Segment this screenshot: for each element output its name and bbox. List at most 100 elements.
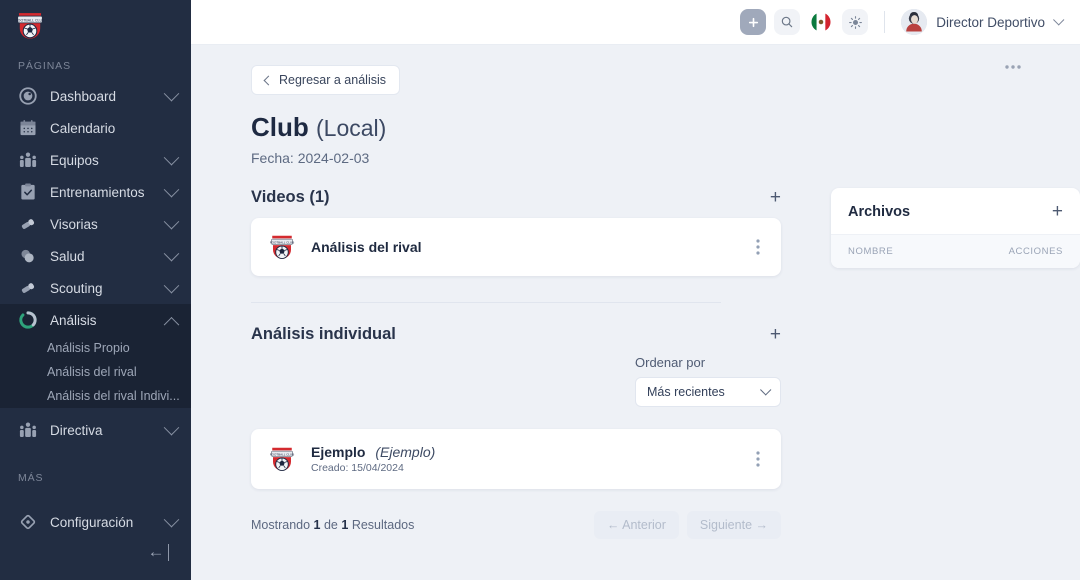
page-date: Fecha: 2024-02-03 (251, 150, 370, 166)
page-overflow-menu-button[interactable] (1004, 59, 1022, 70)
sidebar-subitem-analisis-del-rival[interactable]: Análisis del rival (0, 360, 191, 384)
page-title: Club (Local) (251, 112, 1080, 143)
telescope-icon (17, 277, 39, 299)
video-item-text: Análisis del rival (311, 239, 422, 255)
sidebar-item-scouting[interactable]: Scouting (0, 272, 191, 304)
analisis-item-title-row: Ejemplo (Ejemplo) (311, 444, 435, 460)
analisis-item-menu-button[interactable] (751, 451, 765, 467)
videos-section-title: Videos (1) (251, 188, 330, 206)
sidebar-item-analisis[interactable]: Análisis (0, 304, 191, 336)
chevron-down-icon (163, 419, 180, 435)
club-shield-logo-icon: FOOTBALL CLUB (16, 13, 46, 39)
sidebar-item-calendario[interactable]: Calendario (0, 112, 191, 144)
svg-text:FOOTBALL CLUB: FOOTBALL CLUB (16, 18, 46, 22)
add-video-button[interactable]: + (770, 188, 781, 207)
more-horizontal-icon (1005, 65, 1021, 69)
sidebar-item-label: Salud (50, 248, 85, 264)
sort-select[interactable]: Más recientes (635, 377, 781, 407)
sidebar-item-label: Dashboard (50, 88, 117, 104)
app-root: FOOTBALL CLUB PÁGINAS Dashboard Calendar… (0, 0, 1080, 580)
club-shield-logo-icon: FOOTBALL CLUB (270, 447, 294, 472)
language-flag-button[interactable] (808, 9, 835, 35)
videos-section-header: Videos (1) + (251, 188, 781, 207)
sidebar-item-label: Calendario (50, 120, 116, 136)
add-analisis-individual-button[interactable]: + (770, 325, 781, 344)
video-list-item[interactable]: FOOTBALL CLUB Análisis del rival (251, 218, 781, 276)
add-archivo-button[interactable]: + (1052, 202, 1063, 221)
sort-selected-value: Más recientes (647, 385, 725, 399)
kebab-icon (756, 239, 760, 255)
section-divider (251, 302, 721, 303)
collapse-bar (167, 543, 169, 561)
showing-suffix: Resultados (351, 518, 415, 532)
sidebar-subitem-analisis-del-rival-individual[interactable]: Análisis del rival Indivi... (0, 384, 191, 408)
search-icon (781, 16, 793, 28)
showing-total: 1 (341, 518, 349, 532)
mexico-flag-icon (811, 12, 831, 32)
arrow-left-icon: ← (147, 542, 165, 561)
user-menu[interactable]: Director Deportivo (901, 9, 1065, 35)
sidebar: FOOTBALL CLUB PÁGINAS Dashboard Calendar… (0, 0, 191, 580)
sidebar-item-label: Directiva (50, 422, 103, 438)
diamond-gear-icon (17, 511, 39, 533)
telescope-icon (17, 213, 39, 235)
next-page-button[interactable]: Siguiente → (686, 511, 781, 539)
back-to-analysis-button[interactable]: Regresar a análisis (251, 65, 400, 95)
sidebar-item-salud[interactable]: Salud (0, 240, 191, 272)
analisis-list-item[interactable]: FOOTBALL CLUB Ejemplo (Ejemplo) Creado: … (251, 429, 781, 489)
sidebar-item-label: Scouting (50, 280, 103, 296)
brand-logo-container[interactable]: FOOTBALL CLUB (0, 0, 191, 50)
chevron-down-icon (163, 213, 180, 229)
sidebar-item-directiva[interactable]: Directiva (0, 414, 191, 446)
page-content: Regresar a análisis Club (Local) Fecha: … (191, 45, 1080, 580)
sidebar-item-visorias[interactable]: Visorias (0, 208, 191, 240)
showing-mid: de (323, 518, 338, 532)
chevron-down-icon (163, 277, 180, 293)
sidebar-item-label: Entrenamientos (50, 184, 145, 200)
sidebar-section-pages-title: PÁGINAS (18, 60, 71, 72)
sidebar-collapse-button[interactable]: ← (147, 542, 169, 562)
chevron-left-icon (263, 75, 274, 85)
search-button[interactable] (774, 9, 801, 35)
results-count: Mostrando 1 de 1 Resultados (251, 518, 414, 532)
avatar (901, 9, 928, 35)
calendar-icon (17, 117, 39, 139)
analisis-item-created: Creado: 15/04/2024 (311, 462, 404, 474)
sidebar-group-analisis: Análisis Análisis Propio Análisis del ri… (0, 304, 191, 408)
previous-page-button[interactable]: ← Anterior (593, 511, 679, 539)
sun-icon (848, 15, 862, 29)
showing-current: 1 (313, 518, 321, 532)
sidebar-item-label: Equipos (50, 152, 99, 168)
plus-icon (748, 17, 758, 27)
archivos-panel: Archivos + NOMBRE ACCIONES (831, 188, 1080, 268)
add-button[interactable] (740, 9, 767, 35)
svg-text:FOOTBALL CLUB: FOOTBALL CLUB (270, 240, 294, 244)
sidebar-item-equipos[interactable]: Equipos (0, 144, 191, 176)
video-item-menu-button[interactable] (751, 239, 765, 255)
sidebar-subitem-analisis-propio[interactable]: Análisis Propio (0, 336, 191, 360)
sort-control: Ordenar por Más recientes (635, 355, 781, 407)
sidebar-item-configuracion[interactable]: Configuración (0, 506, 191, 538)
analisis-item-tag: (Ejemplo) (375, 444, 436, 460)
sidebar-item-label: Análisis (50, 312, 97, 328)
page-title-sub: (Local) (316, 115, 387, 141)
page-title-main: Club (251, 112, 309, 142)
topbar: Director Deportivo (191, 0, 1080, 45)
theme-toggle-button[interactable] (842, 9, 869, 35)
sidebar-item-label: Configuración (50, 514, 134, 530)
chevron-down-icon (760, 384, 772, 396)
right-column: Archivos + NOMBRE ACCIONES (831, 188, 1080, 276)
user-name: Director Deportivo (936, 14, 1045, 30)
analisis-individual-title: Análisis individual (251, 325, 396, 343)
archivos-title: Archivos (848, 203, 911, 220)
svg-text:FOOTBALL CLUB: FOOTBALL CLUB (270, 452, 294, 456)
archivos-panel-header: Archivos + (831, 188, 1080, 235)
sidebar-item-entrenamientos[interactable]: Entrenamientos (0, 176, 191, 208)
chevron-up-icon (163, 316, 180, 333)
back-button-label: Regresar a análisis (279, 73, 386, 87)
sidebar-item-dashboard[interactable]: Dashboard (0, 80, 191, 112)
kebab-icon (756, 451, 760, 467)
chevron-down-icon (163, 149, 180, 165)
user-avatar-icon (901, 9, 928, 35)
pills-icon (17, 245, 39, 267)
